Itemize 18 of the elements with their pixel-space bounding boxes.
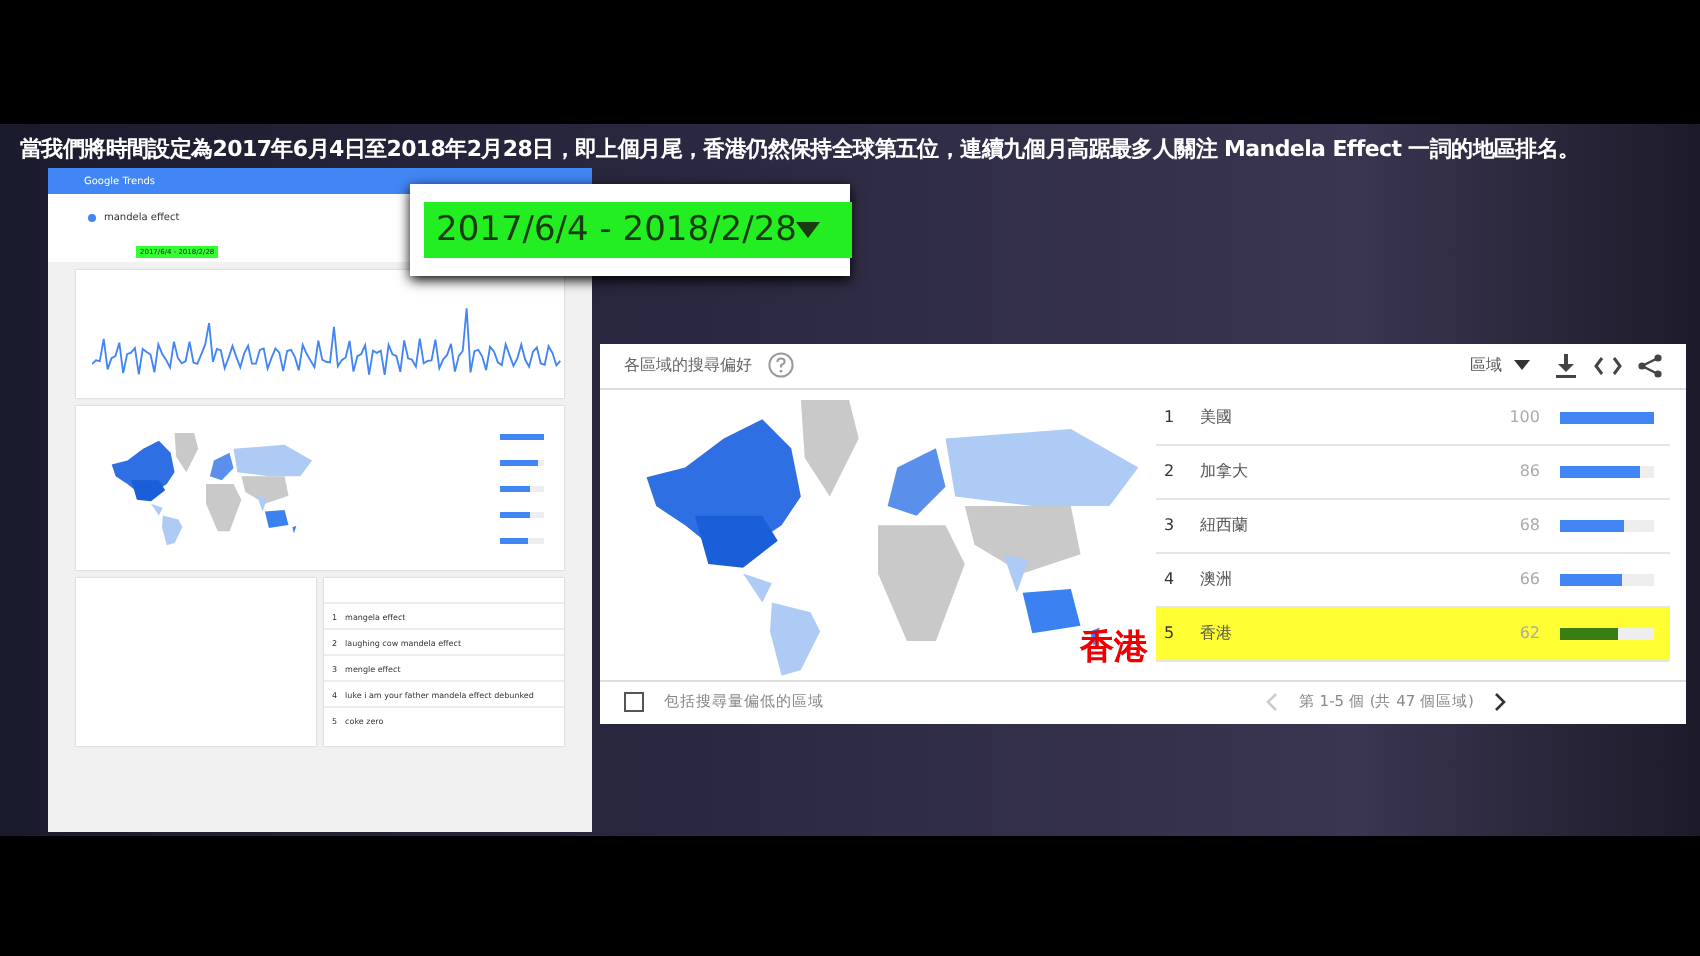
region-dropdown[interactable]: 區域 <box>1470 354 1538 377</box>
region-row[interactable]: 2 加拿大 86 <box>1156 445 1670 499</box>
embed-icon[interactable] <box>1594 355 1622 376</box>
caret-icon <box>1514 360 1530 371</box>
region-row[interactable]: 1 美國 100 <box>1156 391 1670 445</box>
next-page-icon[interactable] <box>1494 692 1506 713</box>
download-icon[interactable] <box>1554 353 1578 378</box>
region-row[interactable]: 5 香港 62 <box>1156 607 1670 661</box>
help-icon[interactable] <box>768 352 794 379</box>
term-dot-icon <box>88 214 96 222</box>
region-row[interactable]: 3 紐西蘭 68 <box>1156 499 1670 553</box>
caret-icon <box>796 222 820 238</box>
panel-title: 各區域的搜尋偏好 <box>624 354 752 377</box>
share-icon[interactable] <box>1638 353 1662 378</box>
caption-text: 當我們將時間設定為2017年6月4日至2018年2月28日，即上個月尾，香港仍然保持全球第五位，連續九個月高踞最多人關注 Mandela Effect 一詞的地區排名。 <box>20 134 1580 164</box>
date-range-chip: 2017/6/4 - 2018/2/28 <box>424 202 853 258</box>
checkbox[interactable] <box>624 692 644 713</box>
callout-label: 香港 <box>1080 626 1148 670</box>
